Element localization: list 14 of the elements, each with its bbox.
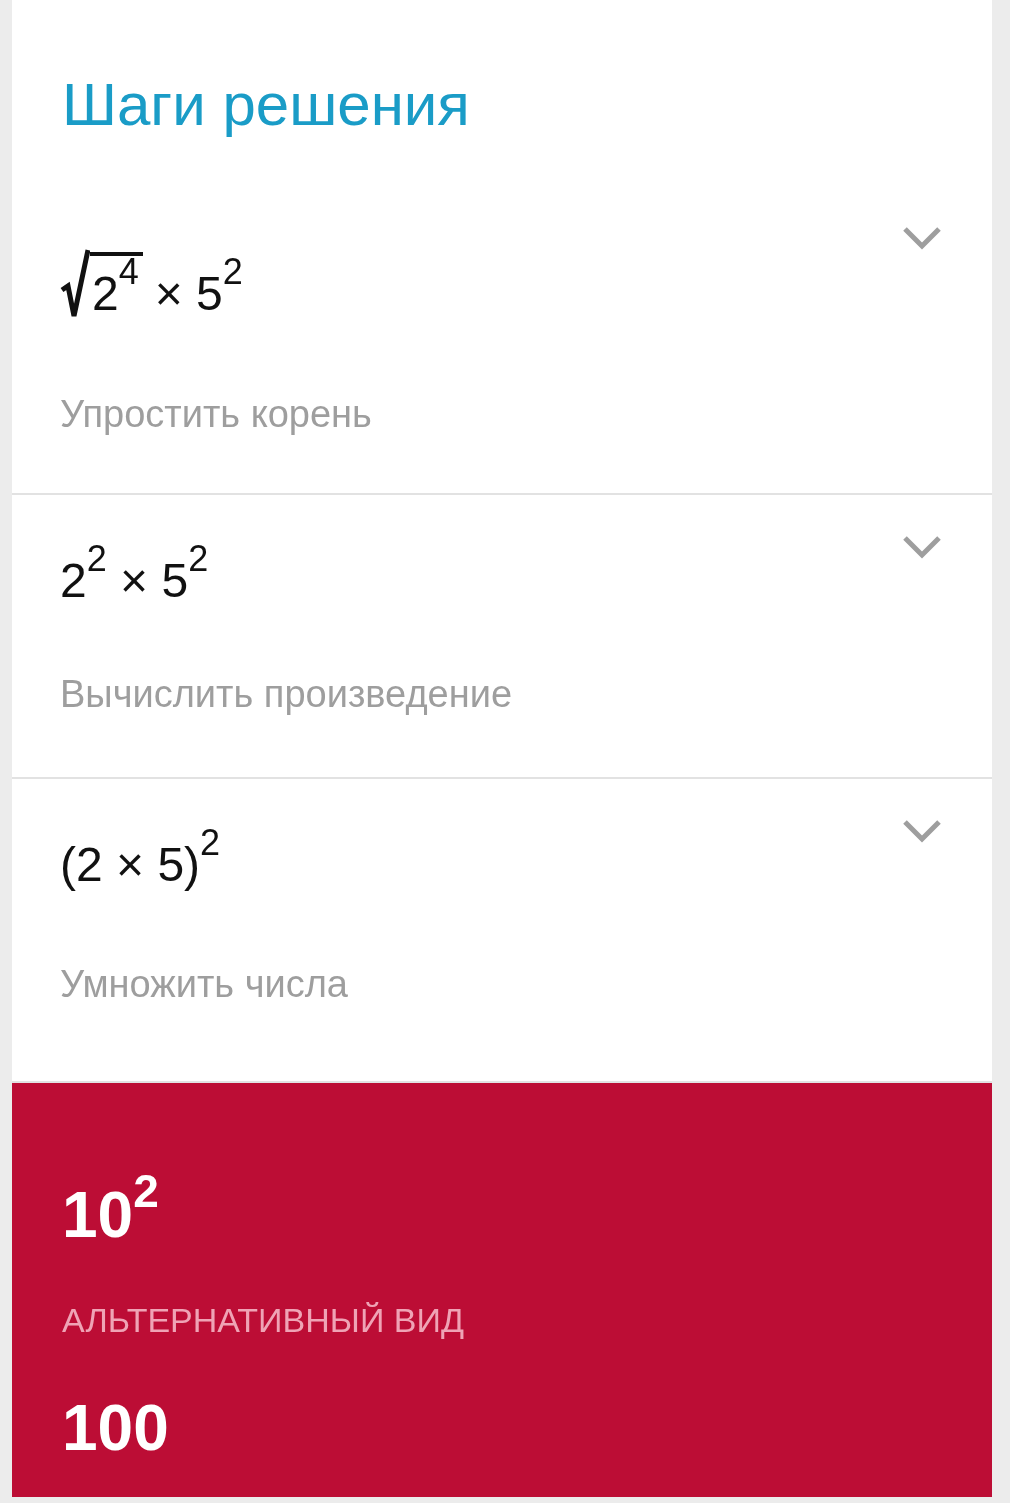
- alternative-form-label: АЛЬТЕРНАТИВНЫЙ ВИД: [62, 1300, 464, 1341]
- radical-sign-icon: [60, 248, 90, 318]
- math-expression: (2 × 5)$^{2}$: [60, 821, 221, 889]
- chevron-down-icon[interactable]: [902, 535, 942, 559]
- math-expression: 2$^{2}$ × 5$^{2}$: [60, 537, 209, 605]
- alternative-value: 100: [62, 1391, 169, 1466]
- step-description: Умножить числа: [60, 962, 348, 1007]
- chevron-down-icon[interactable]: [902, 226, 942, 250]
- result-expression: 10$^{2}$: [62, 1164, 159, 1247]
- chevron-down-icon[interactable]: [902, 819, 942, 843]
- step-description: Вычислить произведение: [60, 672, 513, 717]
- step-description: Упростить корень: [60, 392, 372, 437]
- math-expression: 2$^{4}$ × 5$^{2}$: [60, 220, 243, 318]
- page-title: Шаги решения: [61, 70, 471, 140]
